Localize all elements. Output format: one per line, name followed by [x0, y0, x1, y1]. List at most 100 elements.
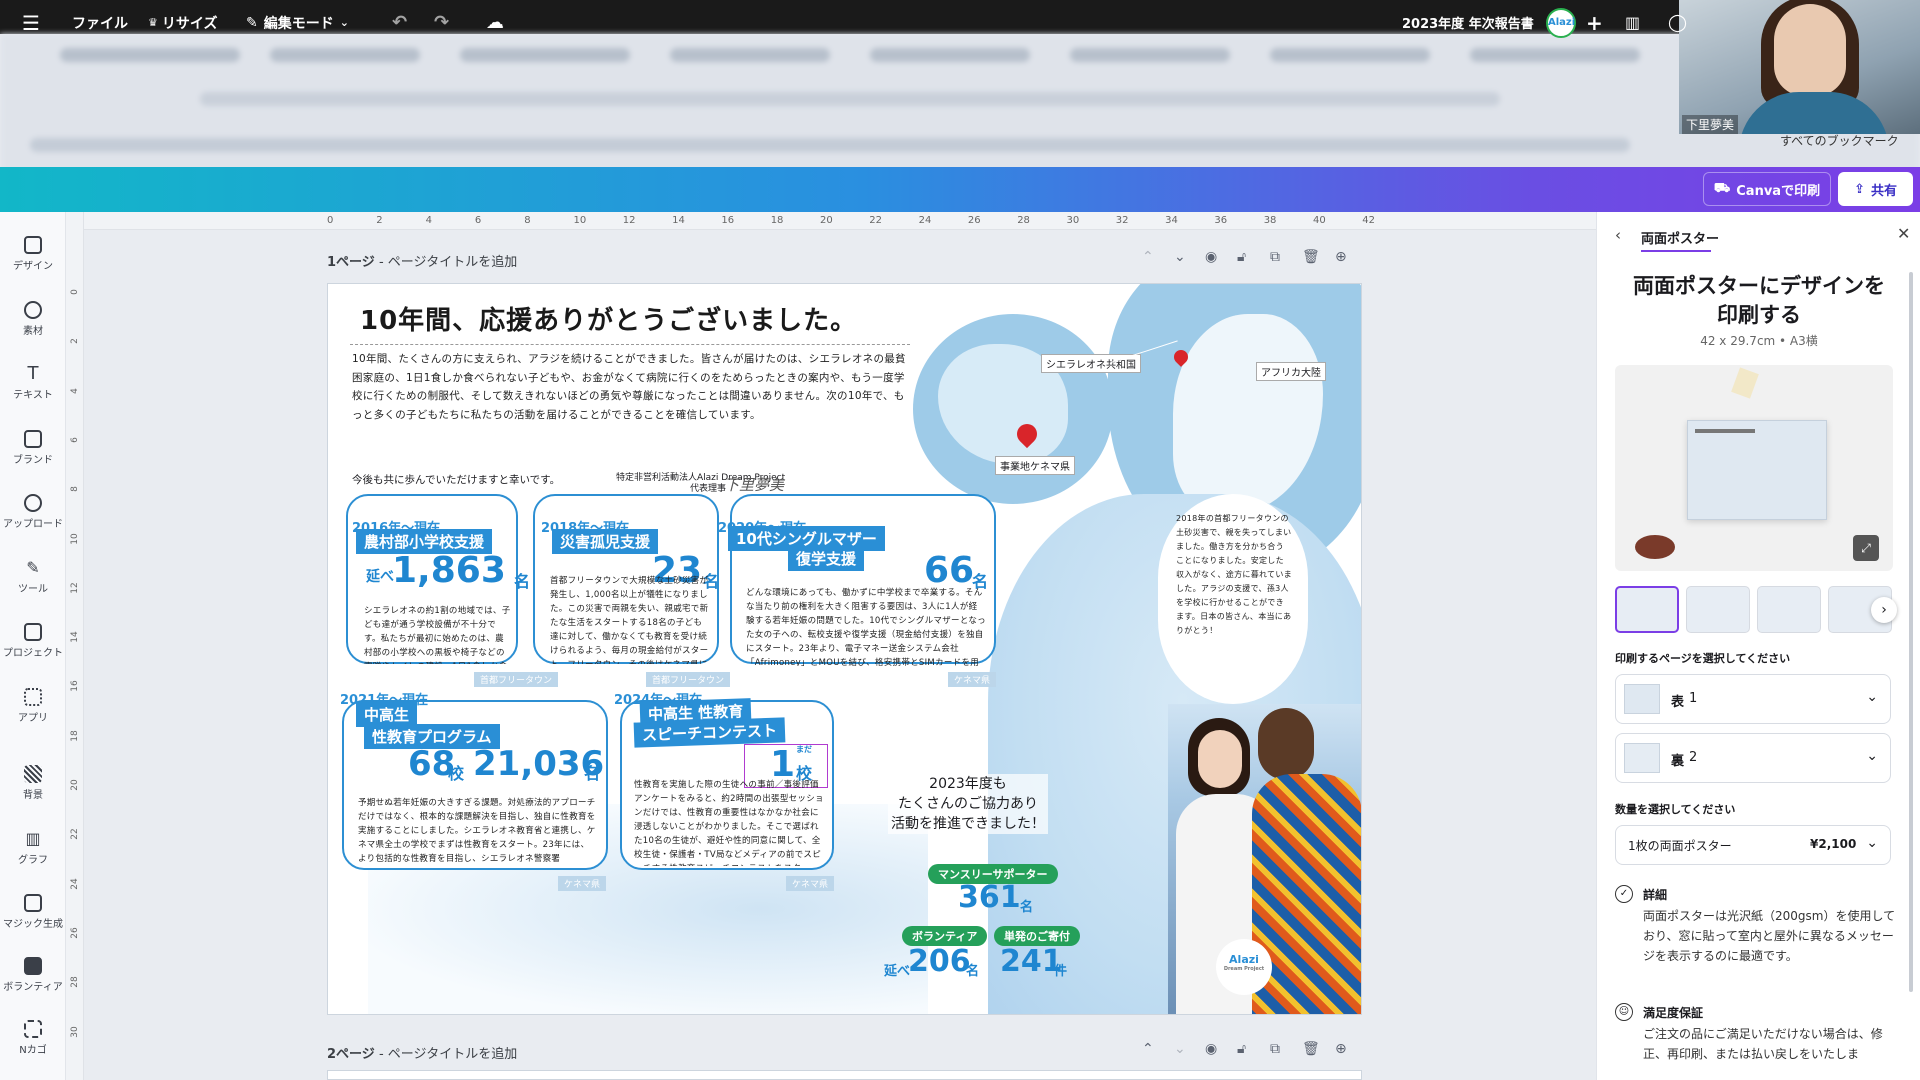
rail-elements[interactable]: 素材: [0, 301, 66, 337]
move-up-icon[interactable]: ⌃: [1142, 249, 1154, 265]
back-page-select[interactable]: 裏 2 ⌄: [1615, 733, 1891, 783]
ruler-h-tick: 14: [672, 215, 685, 226]
page2-hide-icon[interactable]: ◉: [1205, 1041, 1217, 1057]
card5-place: ケネマ県: [786, 876, 835, 891]
poster-title: 10年間、応援ありがとうございました。: [360, 306, 858, 336]
ruler-v-tick: 18: [70, 729, 80, 742]
resize-button[interactable]: ♛ リサイズ: [148, 0, 217, 45]
panel-scrollbar[interactable]: [1909, 272, 1913, 992]
close-icon[interactable]: ✕: [1897, 224, 1910, 243]
add-people-icon[interactable]: +: [1586, 0, 1603, 45]
rep-title: 代表理事: [690, 484, 727, 494]
apps-icon: [24, 688, 42, 706]
comment-icon[interactable]: ◯: [1668, 0, 1687, 45]
page2-duplicate-icon[interactable]: ⧉: [1270, 1041, 1280, 1057]
design-icon: [24, 236, 42, 254]
thumbs-next-icon[interactable]: ›: [1871, 597, 1897, 623]
team-avatar[interactable]: Alazi: [1546, 0, 1576, 45]
rail-graphs[interactable]: ▥ グラフ: [0, 830, 66, 867]
smile-icon: ☺: [1615, 1003, 1633, 1021]
card3-text: どんな環境にあっても、働かずに中学校まで卒業する。そんな当たり前の権利を大きく阻…: [746, 588, 986, 666]
rail-projects[interactable]: プロジェクト: [0, 623, 66, 659]
expand-icon[interactable]: ⤢: [1853, 535, 1879, 561]
file-menu[interactable]: ファイル: [72, 0, 128, 45]
closing-text: 今後も共に歩んでいただけますと幸いです。: [352, 474, 561, 486]
share-button[interactable]: ⇪ 共有: [1838, 172, 1913, 206]
page-1-header[interactable]: 1ページ - ページタイトルを追加: [327, 251, 517, 270]
ruler-v-tick: 10: [70, 532, 80, 545]
rail-design[interactable]: デザイン: [0, 236, 66, 272]
page-2-header[interactable]: 2ページ - ページタイトルを追加: [327, 1043, 517, 1062]
ruler-h-tick: 28: [1017, 215, 1030, 226]
ruler-h-tick: 10: [573, 215, 587, 226]
rail-tools[interactable]: ✎ ツール: [0, 559, 66, 596]
page2-move-down-icon[interactable]: ⌄: [1174, 1041, 1186, 1057]
add-page-icon[interactable]: ⊕: [1335, 249, 1347, 265]
preview-thumb-3[interactable]: [1757, 586, 1821, 633]
video-participant-name: 下里夢美: [1682, 115, 1739, 134]
ruler-h-tick: 36: [1214, 215, 1228, 226]
ruler-v-tick: 22: [70, 828, 80, 841]
cloud-save-icon[interactable]: ☁: [486, 0, 504, 45]
title-divider: [350, 344, 910, 345]
edit-mode-dropdown[interactable]: ✎ 編集モード ⌄: [246, 0, 349, 45]
volunteer-tag: ボランティア: [902, 926, 988, 946]
undo-icon[interactable]: ↶: [392, 0, 407, 45]
preview-thumb-2[interactable]: [1686, 586, 1750, 633]
panel-spec: 42 x 29.7cm • A3横: [1700, 334, 1818, 348]
rail-upload[interactable]: アップロード: [0, 494, 66, 530]
page2-lock-icon[interactable]: 🔓︎: [1237, 1041, 1246, 1057]
rail-volunteer[interactable]: ボランティア: [0, 957, 66, 993]
panel-breadcrumb: 両面ポスター: [1641, 232, 1720, 247]
card1-prefix: 延べ: [366, 569, 394, 585]
document-title[interactable]: 2023年度 年次報告書: [1402, 0, 1534, 45]
rail-cart[interactable]: Nカゴ: [0, 1020, 66, 1056]
rail-text[interactable]: T テキスト: [0, 365, 66, 402]
details-title: 詳細: [1643, 888, 1668, 902]
front-page-thumb: [1624, 684, 1660, 714]
video-call-thumbnail: [1679, 0, 1920, 134]
signature: 下里夢美: [724, 476, 785, 494]
menu-icon[interactable]: ☰: [22, 0, 40, 45]
product-preview-image: ⤢: [1615, 365, 1893, 571]
rail-background[interactable]: 背景: [0, 765, 66, 801]
card5-text: 性教育を実施した際の生徒への事前／事後評価アンケートをみると、約2時間の出張型セ…: [634, 780, 824, 866]
check-circle-icon: ✓: [1615, 885, 1633, 903]
redo-icon[interactable]: ↷: [434, 0, 449, 45]
poster-page-2[interactable]: [327, 1070, 1362, 1080]
rail-apps[interactable]: アプリ: [0, 688, 66, 724]
poster-page-1[interactable]: 10年間、応援ありがとうございました。 10年間、たくさんの方に支えられ、アラジ…: [327, 283, 1362, 1015]
ruler-v-tick: 6: [70, 437, 80, 443]
duplicate-page-icon[interactable]: ⧉: [1270, 249, 1280, 265]
volunteer-number: 206: [908, 944, 971, 979]
ruler-v-tick: 12: [70, 582, 80, 594]
brand-icon: [24, 430, 42, 448]
all-bookmarks-link[interactable]: すべてのブックマーク: [1780, 132, 1899, 149]
card4-place: ケネマ県: [558, 876, 607, 891]
quantity-select[interactable]: 1枚の両面ポスター ¥2,100 ⌄: [1615, 825, 1891, 865]
volunteer-prefix: 延べ: [884, 964, 911, 979]
chevron-down-icon: ⌄: [339, 16, 349, 29]
hide-page-icon[interactable]: ◉: [1205, 249, 1217, 265]
ruler-v-tick: 14: [70, 631, 80, 643]
card1-text: シエラレオネの約1割の地域では、子ども達が通う学校設備が不十分です。私たちが最初…: [364, 606, 511, 664]
move-down-icon[interactable]: ⌄: [1174, 249, 1186, 265]
folder-icon: [24, 623, 42, 641]
front-page-select[interactable]: 表 1 ⌄: [1615, 674, 1891, 724]
card4-text: 予期せぬ若年妊娠の大きすぎる課題。対処療法的アプローチだけではなく、根本的な課題…: [358, 798, 596, 864]
rail-brand[interactable]: ブランド: [0, 430, 66, 466]
rail-magic[interactable]: マジック生成: [0, 894, 66, 930]
back-chevron-icon[interactable]: ‹: [1615, 226, 1621, 244]
page2-move-up-icon[interactable]: ⌃: [1142, 1041, 1154, 1057]
ruler-v-tick: 8: [70, 486, 80, 493]
print-with-canva-button[interactable]: ⛟ Canvaで印刷: [1703, 172, 1831, 206]
delete-page-icon[interactable]: 🗑︎: [1302, 249, 1320, 265]
insights-icon[interactable]: ▥: [1625, 0, 1640, 45]
preview-thumb-1[interactable]: [1615, 586, 1679, 633]
page2-delete-icon[interactable]: 🗑︎: [1302, 1041, 1320, 1057]
ruler-h-tick: 12: [622, 215, 636, 226]
volunteer-icon: [24, 957, 42, 975]
lock-icon[interactable]: 🔓︎: [1237, 249, 1246, 265]
page2-add-icon[interactable]: ⊕: [1335, 1041, 1347, 1057]
chevron-down-icon: ⌄: [1866, 748, 1878, 764]
